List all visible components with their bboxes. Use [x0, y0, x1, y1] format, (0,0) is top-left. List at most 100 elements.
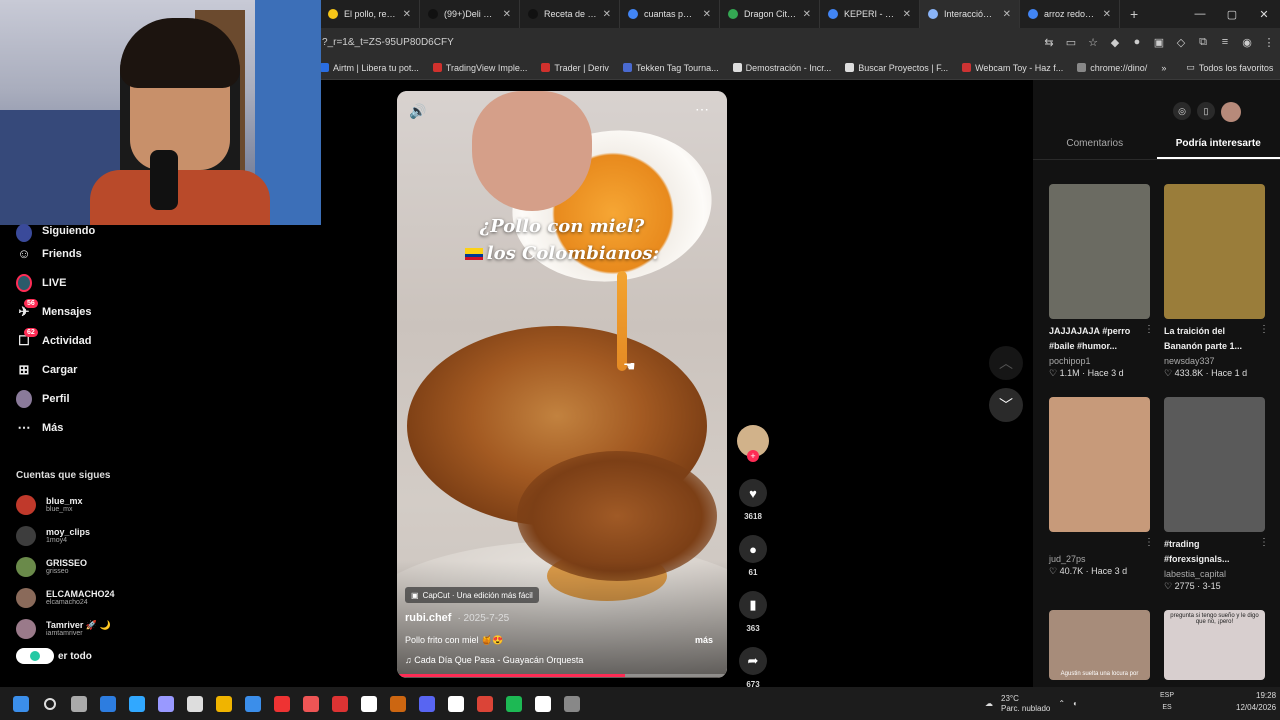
previous-video-button[interactable]: ︿: [989, 346, 1023, 380]
browser-tab[interactable]: (99+)Deli deli ✕: [420, 0, 520, 28]
more-options-icon[interactable]: ⋯: [695, 101, 709, 118]
media-icon[interactable]: ≡: [1214, 36, 1236, 48]
chevron-up-icon[interactable]: ⌃: [1058, 699, 1065, 708]
bookmark-star-icon[interactable]: ☆: [1082, 36, 1104, 49]
edge-icon[interactable]: [93, 689, 122, 718]
video-thumbnail[interactable]: [1164, 397, 1265, 532]
obs-icon[interactable]: [528, 689, 557, 718]
bookmark-item[interactable]: Demostración - Incr...: [732, 63, 831, 73]
video-player[interactable]: ¿Pollo con miel? los Colombianos: 🔊 ⋯ ▣ C…: [397, 91, 727, 678]
music-label[interactable]: ♫ Cada Día Que Pasa - Guayacán Orquesta: [405, 655, 583, 665]
more-options-icon[interactable]: ⋮: [1144, 537, 1154, 548]
follow-plus-icon[interactable]: +: [747, 450, 759, 462]
bookmark-item[interactable]: Buscar Proyectos | F...: [845, 63, 948, 73]
explorer-icon[interactable]: [209, 689, 238, 718]
extension-icon[interactable]: ●: [1126, 36, 1148, 48]
video-thumbnail[interactable]: Agustin suelta una locura por: [1049, 610, 1150, 680]
close-window-icon[interactable]: ✕: [1248, 8, 1280, 21]
opera-icon[interactable]: [325, 689, 354, 718]
sidebar-item-ms[interactable]: ⋯ Más: [0, 413, 160, 442]
close-icon[interactable]: ✕: [803, 9, 811, 20]
comment-button[interactable]: ● 61: [735, 535, 771, 577]
copilot-icon[interactable]: [64, 689, 93, 718]
close-icon[interactable]: ✕: [703, 9, 711, 20]
extension-icon[interactable]: ◆: [1104, 36, 1126, 49]
sidebar-item-siguiendo[interactable]: Siguiendo: [0, 224, 160, 242]
sidebar-item-perfil[interactable]: Perfil: [0, 384, 160, 413]
premiere-icon[interactable]: [151, 689, 180, 718]
avatar[interactable]: [1221, 102, 1241, 122]
like-button[interactable]: ♥ 3618: [735, 479, 771, 521]
followed-account[interactable]: Tamriver 🚀 🌙 iamtamriver: [0, 613, 160, 644]
bookmark-item[interactable]: Trader | Deriv: [541, 63, 609, 73]
app-icon[interactable]: [383, 689, 412, 718]
video-thumbnail[interactable]: pregunta si tengo sueño y le digo que no…: [1164, 610, 1265, 680]
close-icon[interactable]: ✕: [403, 9, 411, 20]
followed-account[interactable]: GRISSEO grisseo: [0, 551, 160, 582]
close-icon[interactable]: ✕: [503, 9, 511, 20]
extension-icon[interactable]: ▣: [1148, 36, 1170, 49]
brave-icon[interactable]: [296, 689, 325, 718]
followed-account[interactable]: ELCAMACHO24 elcamacho24: [0, 582, 160, 613]
close-icon[interactable]: ✕: [1003, 9, 1011, 20]
sidebar-item-live[interactable]: LIVE: [0, 268, 160, 297]
url-field[interactable]: ?_r=1&_t=ZS-95UP80D6CFY: [320, 37, 1038, 48]
browser-tab[interactable]: Receta de Kep ✕: [520, 0, 620, 28]
suggestion-card[interactable]: La traición del Bananón parte 1... newsda…: [1164, 184, 1269, 379]
photoshop-icon[interactable]: [122, 689, 151, 718]
save-button[interactable]: ▮ 363: [735, 591, 771, 633]
capcut-badge[interactable]: ▣ CapCut · Una edición más fácil: [405, 587, 539, 603]
bookmark-item[interactable]: chrome://dino/: [1077, 63, 1147, 73]
card-user[interactable]: labestia_capital: [1164, 569, 1265, 579]
store-icon[interactable]: [180, 689, 209, 718]
close-icon[interactable]: ✕: [1103, 9, 1111, 20]
all-bookmarks[interactable]: ▭ Todos los favoritos: [1186, 62, 1273, 73]
language-indicator[interactable]: ESP ES: [1160, 690, 1174, 714]
more-options-icon[interactable]: ⋮: [1259, 324, 1269, 335]
see-all-button[interactable]: er todo: [0, 644, 160, 668]
browser-tab[interactable]: El pollo, rey de ✕: [320, 0, 420, 28]
card-user[interactable]: newsday337: [1164, 356, 1265, 366]
deriv-icon[interactable]: [267, 689, 296, 718]
suggestion-card[interactable]: #trading #forexsignals... labestia_capita…: [1164, 397, 1269, 592]
close-icon[interactable]: ✕: [603, 9, 611, 20]
translate-icon[interactable]: ⇆: [1038, 36, 1060, 49]
video-thumbnail[interactable]: [1049, 184, 1150, 319]
discord-icon[interactable]: [412, 689, 441, 718]
browser-tab[interactable]: arroz redondo ✕: [1020, 0, 1120, 28]
network-icon[interactable]: ◐: [1073, 699, 1078, 708]
sidebar-item-actividad[interactable]: ☐ 62 Actividad: [0, 326, 160, 355]
close-icon[interactable]: ✕: [903, 9, 911, 20]
volume-icon[interactable]: 🔊: [409, 103, 426, 120]
clock[interactable]: 19:28 12/04/2026: [1236, 690, 1276, 714]
share-button[interactable]: ➦ 673: [735, 647, 771, 689]
browser-tab[interactable]: Dragon City - ✕: [720, 0, 820, 28]
more-options-icon[interactable]: ⋮: [1259, 537, 1269, 548]
minimize-icon[interactable]: —: [1184, 8, 1216, 20]
bookmark-item[interactable]: Tekken Tag Tourna...: [622, 63, 719, 73]
followed-account[interactable]: moy_clips 1moy4: [0, 520, 160, 551]
new-tab-button[interactable]: +: [1120, 6, 1148, 22]
tab-comments[interactable]: Comentarios: [1033, 136, 1157, 159]
more-button[interactable]: más: [695, 635, 713, 645]
sidebar-item-mensajes[interactable]: ✈ 56 Mensajes: [0, 297, 160, 326]
creator-avatar[interactable]: +: [737, 425, 769, 462]
bookmark-item[interactable]: TradingView Imple...: [432, 63, 527, 73]
chrome-icon[interactable]: [470, 689, 499, 718]
browser-tab[interactable]: Interacción | El ✕: [920, 0, 1020, 28]
bookmarks-overflow-icon[interactable]: »: [1161, 63, 1166, 73]
tab-suggestions[interactable]: Podría interesarte: [1156, 136, 1280, 159]
card-user[interactable]: pochipop1: [1049, 356, 1150, 366]
followed-account[interactable]: blue_mx blue_mx: [0, 489, 160, 520]
app-icon[interactable]: [557, 689, 586, 718]
sidebar-item-cargar[interactable]: ⊞ Cargar: [0, 355, 160, 384]
phone-icon[interactable]: ▯: [1197, 102, 1215, 120]
extension-icon[interactable]: ◇: [1170, 36, 1192, 49]
video-author[interactable]: rubi.chef · 2025-7-25: [405, 612, 509, 624]
card-user[interactable]: jud_27ps: [1049, 554, 1150, 564]
suggestion-card[interactable]: JAJJAJAJA #perro #baile #humor... pochipo…: [1049, 184, 1154, 379]
suggestion-card[interactable]: pregunta si tengo sueño y le digo que no…: [1164, 610, 1265, 680]
next-video-button[interactable]: ﹀: [989, 388, 1023, 422]
spotify-icon[interactable]: [499, 689, 528, 718]
video-progress-bar[interactable]: [397, 674, 727, 677]
